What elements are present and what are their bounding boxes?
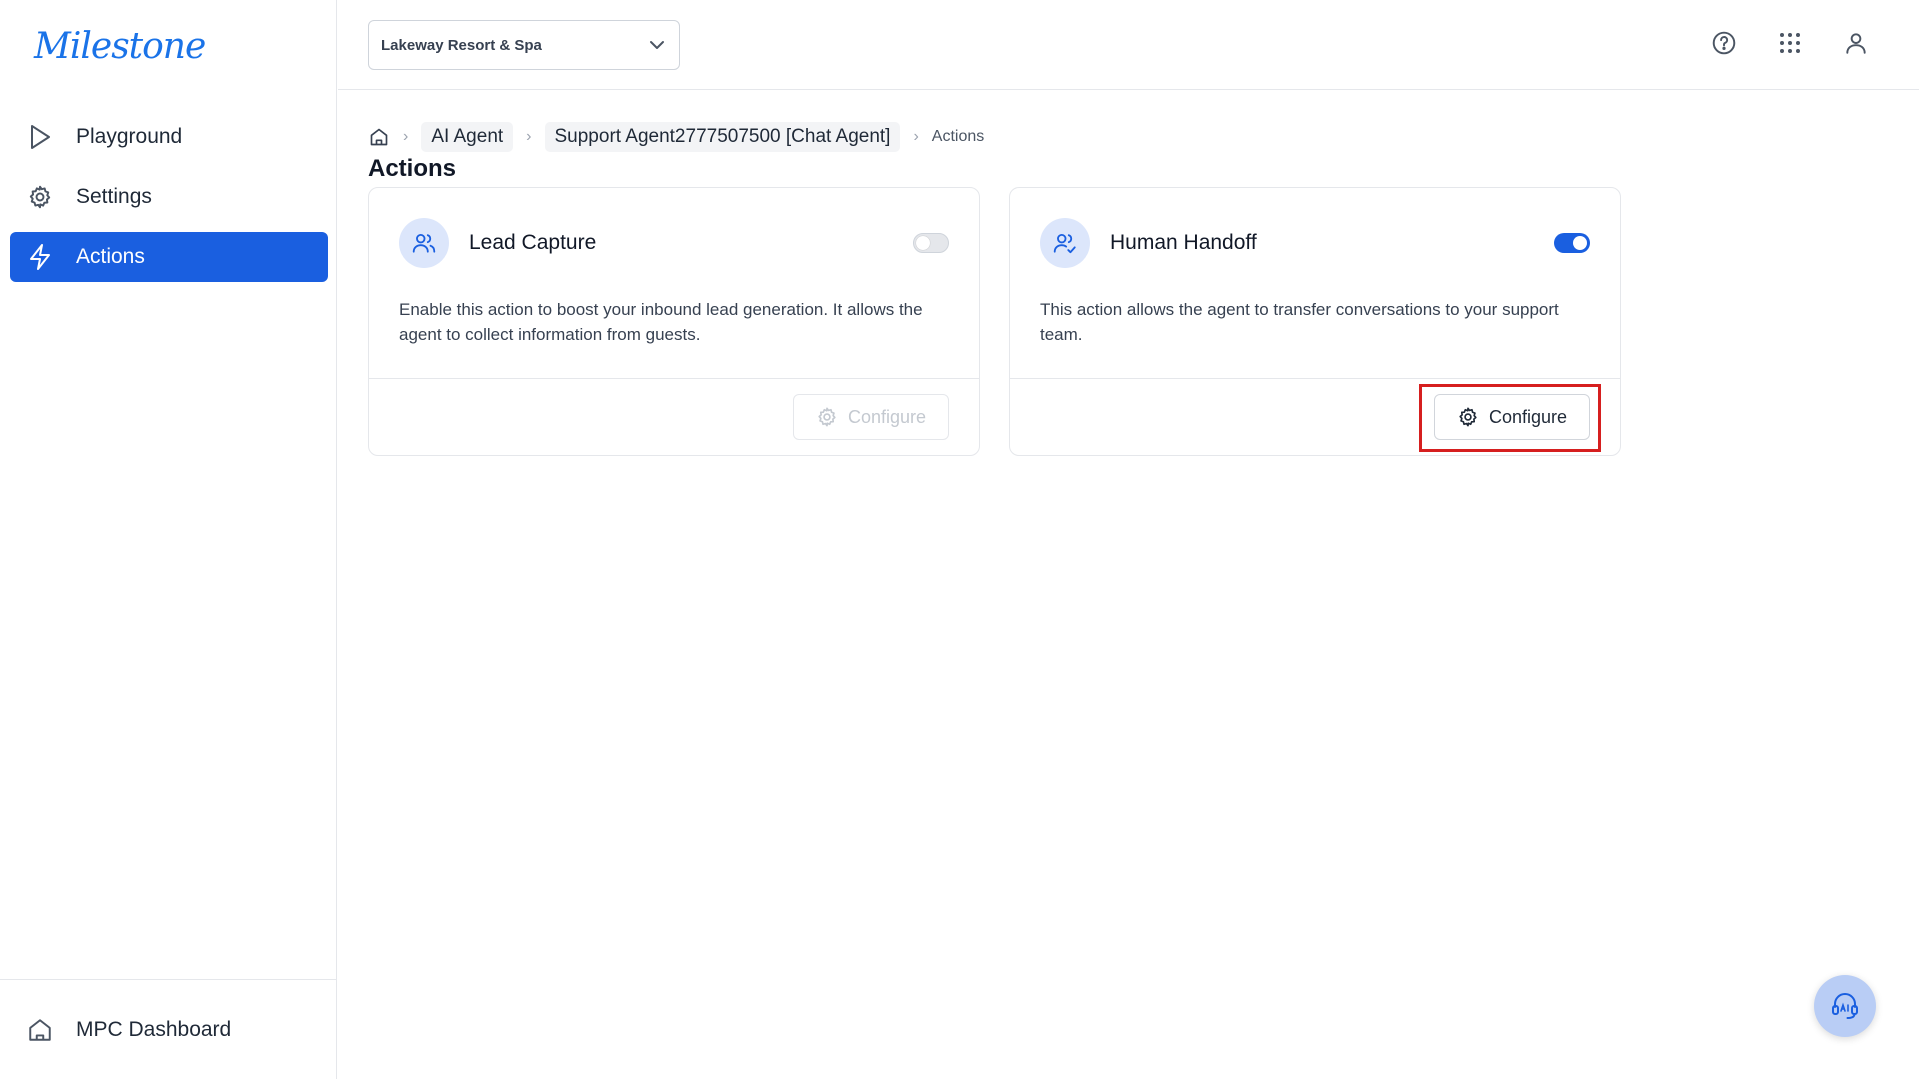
home-icon: [26, 1016, 54, 1044]
sidebar-item-actions[interactable]: Actions: [10, 232, 328, 282]
sidebar-item-label: Playground: [76, 125, 183, 148]
gear-icon: [1457, 406, 1479, 428]
card-footer: Configure: [369, 378, 979, 455]
card-description: This action allows the agent to transfer…: [1040, 300, 1559, 344]
property-select-value: Lakeway Resort & Spa: [381, 36, 542, 54]
human-handoff-toggle[interactable]: [1554, 233, 1590, 253]
card-description: Enable this action to boost your inbound…: [399, 300, 923, 344]
card-footer: Configure: [1010, 378, 1620, 455]
sidebar-footer: MPC Dashboard: [0, 979, 337, 1079]
topbar: Lakeway Resort & Spa: [338, 0, 1919, 90]
card-title: Human Handoff: [1110, 231, 1257, 254]
lead-capture-toggle[interactable]: [913, 233, 949, 253]
ai-support-icon[interactable]: [1814, 975, 1876, 1037]
play-icon: [26, 123, 54, 151]
property-select[interactable]: Lakeway Resort & Spa: [368, 20, 680, 70]
breadcrumb-current: Actions: [931, 128, 985, 145]
sidebar-item-playground[interactable]: Playground: [10, 112, 328, 162]
action-card-lead-capture: Lead Capture Enable this action to boost…: [368, 187, 980, 456]
toggle-knob: [1573, 236, 1587, 250]
help-icon[interactable]: [1709, 28, 1739, 58]
milestone-logo[interactable]: Milestone: [34, 26, 206, 67]
configure-button-label: Configure: [847, 406, 927, 427]
configure-button-lead-capture[interactable]: Configure: [793, 394, 949, 440]
sidebar-item-mpc-dashboard[interactable]: MPC Dashboard: [10, 1005, 328, 1055]
sidebar-item-settings[interactable]: Settings: [10, 172, 328, 222]
card-header: Human Handoff: [1040, 218, 1590, 268]
breadcrumb-home-icon[interactable]: [368, 126, 390, 148]
sidebar-item-label: Settings: [76, 185, 152, 208]
chevron-right-icon: ›: [913, 128, 919, 145]
configure-button-label: Configure: [1488, 406, 1568, 427]
chevron-right-icon: ›: [403, 128, 409, 145]
user-check-icon: [1040, 218, 1090, 268]
users-icon: [399, 218, 449, 268]
sidebar-item-label: MPC Dashboard: [76, 1018, 232, 1041]
chevron-down-icon: [649, 37, 665, 54]
gear-icon: [26, 183, 54, 211]
chevron-right-icon: ›: [526, 128, 532, 145]
breadcrumb: › AI Agent › Support Agent2777507500 [Ch…: [368, 122, 984, 152]
configure-button-human-handoff[interactable]: Configure: [1434, 394, 1590, 440]
gear-icon: [816, 406, 838, 428]
sidebar-nav: Playground Settings Actions: [10, 112, 328, 292]
sidebar: Milestone Playground Settings Actions MP: [0, 0, 337, 1079]
lightning-icon: [26, 243, 54, 271]
topbar-icons: [1709, 28, 1871, 58]
sidebar-item-label: Actions: [76, 245, 145, 268]
page-title: Actions: [368, 155, 457, 182]
user-icon[interactable]: [1841, 28, 1871, 58]
card-title: Lead Capture: [469, 231, 597, 254]
breadcrumb-support-agent[interactable]: Support Agent2777507500 [Chat Agent]: [544, 122, 901, 152]
apps-grid-icon[interactable]: [1775, 28, 1805, 58]
action-card-human-handoff: Human Handoff This action allows the age…: [1009, 187, 1621, 456]
breadcrumb-ai-agent[interactable]: AI Agent: [421, 122, 514, 152]
card-header: Lead Capture: [399, 218, 949, 268]
toggle-knob: [916, 236, 930, 250]
